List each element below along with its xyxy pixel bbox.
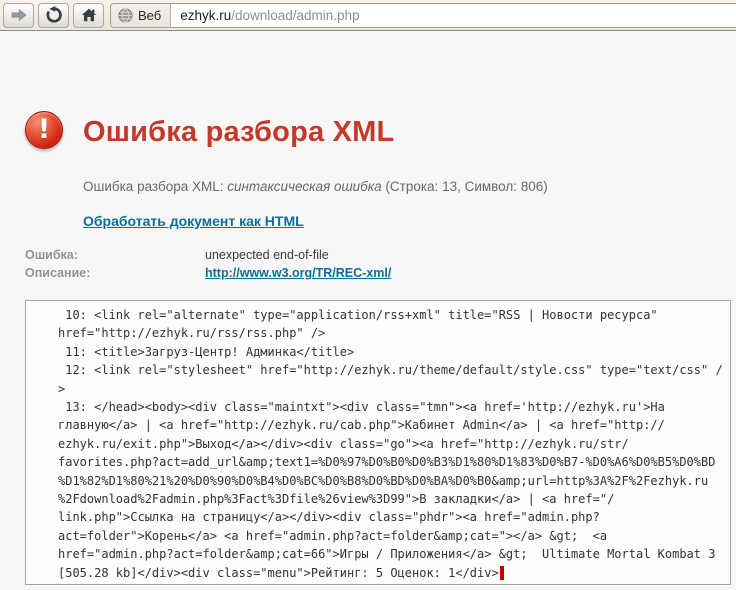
xml-source-box: 10: <link rel="alternate" type="applicat… (25, 300, 731, 585)
w3c-spec-link[interactable]: http://www.w3.org/TR/REC-xml/ (205, 266, 391, 280)
page-title: Ошибка разбора XML (83, 116, 395, 148)
forward-arrow-icon (11, 8, 26, 22)
reload-icon (46, 6, 62, 23)
error-summary-prefix: Ошибка разбора XML: (83, 179, 228, 194)
site-identity-chip[interactable]: Веб (111, 3, 172, 27)
error-position-caret (499, 565, 504, 580)
search-engine-label: Веб (138, 7, 162, 23)
url-path: /download/admin.php (231, 7, 360, 23)
address-bar[interactable]: Веб ezhyk.ru/download/admin.php (110, 2, 736, 28)
error-alert-icon: ! (25, 111, 63, 149)
home-icon (81, 8, 96, 22)
browser-toolbar: Веб ezhyk.ru/download/admin.php (0, 0, 736, 31)
url-input[interactable]: ezhyk.ru/download/admin.php (171, 8, 359, 23)
error-summary-kind: синтаксическая ошибка (227, 179, 382, 194)
xml-source-text: 10: <link rel="alternate" type="applicat… (26, 301, 730, 584)
error-summary: Ошибка разбора XML: синтаксическая ошибк… (83, 179, 548, 194)
home-button[interactable] (73, 2, 104, 28)
url-domain: ezhyk.ru (180, 7, 232, 23)
forward-button[interactable] (3, 2, 34, 28)
render-as-html-link[interactable]: Обработать документ как HTML (83, 213, 304, 229)
error-summary-location: (Строка: 13, Символ: 806) (381, 179, 548, 194)
globe-icon (118, 7, 133, 23)
error-value: unexpected end-of-file (205, 248, 329, 262)
browser-window: Веб ezhyk.ru/download/admin.php ! Ошибка… (0, 0, 736, 590)
description-label: Описание: (25, 266, 91, 280)
xml-source-lines: 10: <link rel="alternate" type="applicat… (58, 308, 723, 580)
description-detail-row: Описание: http://www.w3.org/TR/REC-xml/ (25, 266, 715, 280)
reload-button[interactable] (38, 2, 69, 28)
error-detail-row: Ошибка: unexpected end-of-file (25, 248, 715, 262)
error-label: Ошибка: (25, 248, 78, 262)
